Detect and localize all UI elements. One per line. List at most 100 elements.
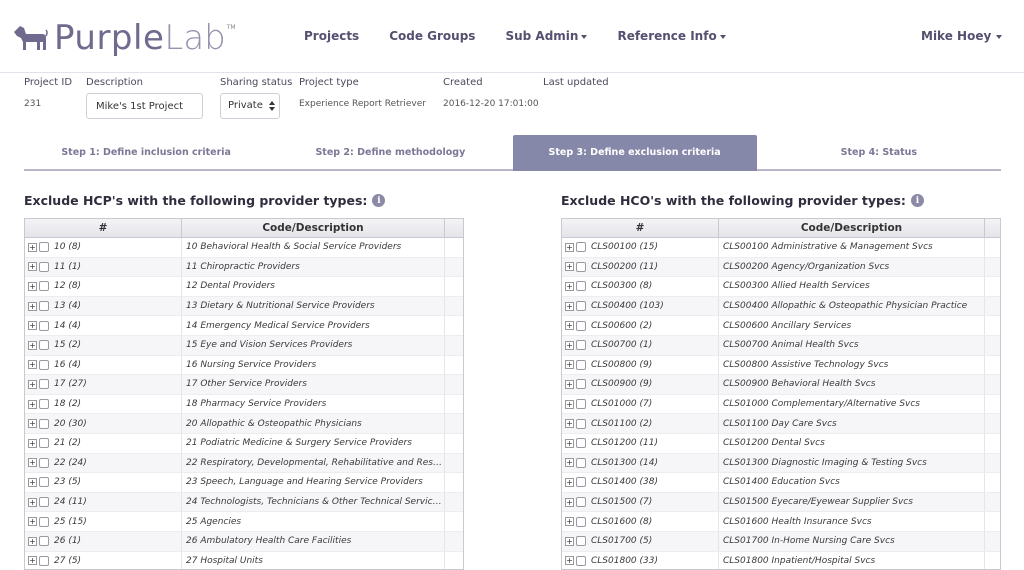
table-row[interactable]: + CLS01200 (11) CLS01200 Dental Svcs (562, 433, 1000, 454)
table-row[interactable]: + CLS00400 (103) CLS00400 Allopathic & Ost… (562, 296, 1000, 317)
description-input[interactable] (86, 93, 203, 119)
table-row[interactable]: + CLS01800 (33) CLS01800 Inpatient/Hospita… (562, 551, 1000, 569)
hcp-col-code-description[interactable]: Code/Description (182, 219, 445, 237)
user-menu[interactable]: Mike Hoey (921, 29, 1003, 43)
table-row[interactable]: + CLS00200 (11) CLS00200 Agency/Organizati… (562, 257, 1000, 278)
table-row[interactable]: + CLS01400 (38) CLS01400 Education Svcs (562, 473, 1000, 493)
expand-plus-icon[interactable]: + (28, 419, 37, 429)
row-checkbox[interactable] (576, 320, 586, 331)
row-checkbox[interactable] (576, 399, 586, 410)
expand-plus-icon[interactable]: + (28, 536, 37, 546)
row-checkbox[interactable] (39, 359, 49, 370)
table-row[interactable]: +16 (4) 16 Nursing Service Providers (25, 355, 463, 376)
expand-plus-icon[interactable]: + (28, 497, 37, 507)
hco-col-number[interactable]: # (562, 219, 719, 237)
expand-plus-icon[interactable]: + (565, 517, 574, 527)
row-checkbox[interactable] (39, 379, 49, 390)
expand-plus-icon[interactable]: + (28, 438, 37, 448)
expand-plus-icon[interactable]: + (28, 477, 37, 487)
table-row[interactable]: +27 (5) 27 Hospital Units (25, 551, 463, 569)
tab-step-3[interactable]: Step 3: Define exclusion criteria (512, 135, 757, 171)
tab-step-2[interactable]: Step 2: Define methodology (268, 135, 513, 171)
row-checkbox[interactable] (39, 497, 49, 508)
row-checkbox[interactable] (576, 555, 586, 566)
row-checkbox[interactable] (576, 281, 586, 292)
row-checkbox[interactable] (576, 516, 586, 527)
info-icon[interactable]: i (372, 194, 386, 207)
nav-code-groups[interactable]: Code Groups (389, 29, 475, 43)
table-row[interactable]: + CLS00700 (1) CLS00700 Animal Health Svcs (562, 335, 1000, 356)
row-checkbox[interactable] (576, 359, 586, 370)
table-row[interactable]: +23 (5) 23 Speech, Language and Hearing S… (25, 473, 463, 493)
expand-plus-icon[interactable]: + (28, 517, 37, 527)
table-row[interactable]: +13 (4) 13 Dietary & Nutritional Service … (25, 296, 463, 317)
row-checkbox[interactable] (39, 477, 49, 488)
row-checkbox[interactable] (39, 399, 49, 410)
table-row[interactable]: + CLS01700 (5) CLS01700 In-Home Nursing Ca… (562, 531, 1000, 552)
row-checkbox[interactable] (39, 418, 49, 429)
nav-sub-admin[interactable]: Sub Admin (505, 29, 588, 43)
table-row[interactable]: +12 (8) 12 Dental Providers (25, 277, 463, 297)
expand-plus-icon[interactable]: + (565, 438, 574, 448)
table-row[interactable]: +10 (8) 10 Behavioral Health & Social Ser… (25, 238, 463, 258)
expand-plus-icon[interactable]: + (565, 419, 574, 429)
expand-plus-icon[interactable]: + (565, 340, 574, 350)
expand-plus-icon[interactable]: + (565, 262, 574, 272)
expand-plus-icon[interactable]: + (28, 262, 37, 272)
table-row[interactable]: + CLS01100 (2) CLS01100 Day Care Svcs (562, 414, 1000, 434)
row-checkbox[interactable] (576, 242, 586, 253)
expand-plus-icon[interactable]: + (28, 321, 37, 331)
expand-plus-icon[interactable]: + (28, 301, 37, 311)
expand-plus-icon[interactable]: + (28, 379, 37, 389)
expand-plus-icon[interactable]: + (565, 556, 574, 566)
row-checkbox[interactable] (39, 301, 49, 312)
table-row[interactable]: +15 (2) 15 Eye and Vision Services Provid… (25, 335, 463, 356)
expand-plus-icon[interactable]: + (28, 340, 37, 350)
expand-plus-icon[interactable]: + (28, 399, 37, 409)
row-checkbox[interactable] (39, 457, 49, 468)
table-row[interactable]: + CLS01600 (8) CLS01600 Health Insurance S… (562, 512, 1000, 532)
expand-plus-icon[interactable]: + (565, 281, 574, 291)
row-checkbox[interactable] (576, 497, 586, 508)
tab-step-1[interactable]: Step 1: Define inclusion criteria (24, 135, 269, 171)
expand-plus-icon[interactable]: + (28, 458, 37, 468)
row-checkbox[interactable] (576, 477, 586, 488)
row-checkbox[interactable] (39, 242, 49, 253)
expand-plus-icon[interactable]: + (565, 360, 574, 370)
expand-plus-icon[interactable]: + (28, 556, 37, 566)
expand-plus-icon[interactable]: + (565, 321, 574, 331)
nav-reference-info[interactable]: Reference Info (617, 29, 726, 43)
table-row[interactable]: +22 (24) 22 Respiratory, Developmental, R… (25, 453, 463, 474)
table-row[interactable]: +24 (11) 24 Technologists, Technicians & … (25, 492, 463, 513)
table-row[interactable]: +11 (1) 11 Chiropractic Providers (25, 257, 463, 278)
table-row[interactable]: +18 (2) 18 Pharmacy Service Providers (25, 394, 463, 415)
row-checkbox[interactable] (576, 379, 586, 390)
expand-plus-icon[interactable]: + (28, 360, 37, 370)
row-checkbox[interactable] (39, 320, 49, 331)
table-row[interactable]: +21 (2) 21 Podiatric Medicine & Surgery S… (25, 433, 463, 454)
table-row[interactable]: +14 (4) 14 Emergency Medical Service Prov… (25, 316, 463, 336)
table-row[interactable]: + CLS01300 (14) CLS01300 Diagnostic Imagin… (562, 453, 1000, 474)
row-checkbox[interactable] (576, 340, 586, 351)
table-row[interactable]: + CLS00600 (2) CLS00600 Ancillary Services (562, 316, 1000, 336)
table-row[interactable]: +25 (15) 25 Agencies (25, 512, 463, 532)
expand-plus-icon[interactable]: + (565, 242, 574, 252)
tab-step-4[interactable]: Step 4: Status (756, 135, 1001, 171)
expand-plus-icon[interactable]: + (565, 379, 574, 389)
table-row[interactable]: + CLS00100 (15) CLS00100 Administrative & … (562, 238, 1000, 258)
nav-projects[interactable]: Projects (304, 29, 359, 43)
row-checkbox[interactable] (39, 281, 49, 292)
info-icon[interactable]: i (910, 194, 924, 207)
row-checkbox[interactable] (576, 457, 586, 468)
row-checkbox[interactable] (576, 438, 586, 449)
hco-col-code-description[interactable]: Code/Description (719, 219, 985, 237)
table-row[interactable]: + CLS00900 (9) CLS00900 Behavioral Health … (562, 375, 1000, 395)
table-row[interactable]: + CLS00300 (8) CLS00300 Allied Health Serv… (562, 277, 1000, 297)
row-checkbox[interactable] (576, 261, 586, 272)
row-checkbox[interactable] (576, 536, 586, 547)
row-checkbox[interactable] (39, 438, 49, 449)
row-checkbox[interactable] (39, 340, 49, 351)
expand-plus-icon[interactable]: + (565, 477, 574, 487)
table-row[interactable]: +17 (27) 17 Other Service Providers (25, 375, 463, 395)
expand-plus-icon[interactable]: + (28, 242, 37, 252)
